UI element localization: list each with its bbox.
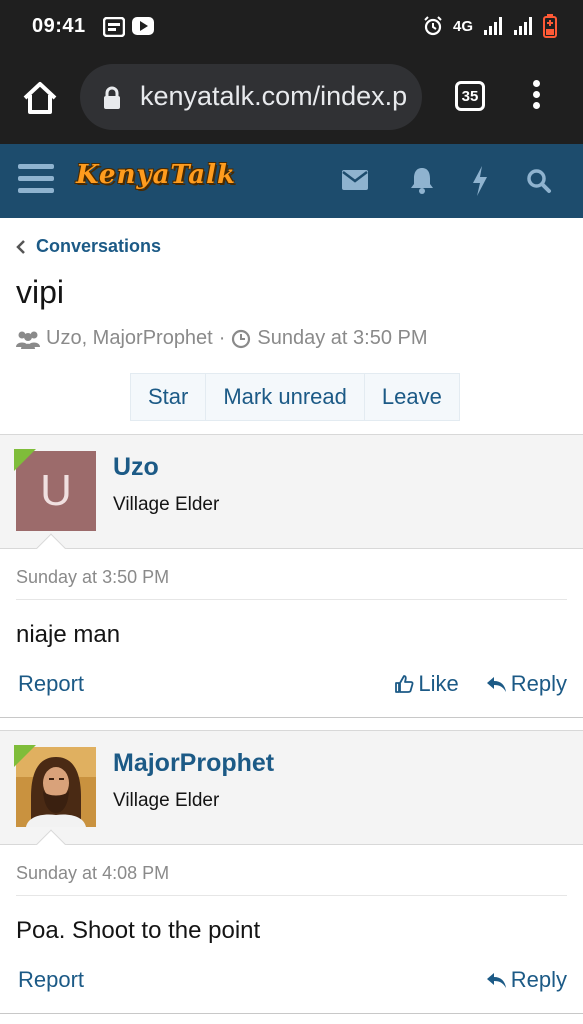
bolt-icon[interactable] <box>471 166 489 196</box>
breadcrumb[interactable]: Conversations <box>16 236 161 257</box>
youtube-icon <box>132 17 154 35</box>
message: U Uzo Village Elder Sunday at 3:50 PM ni… <box>0 434 583 718</box>
username[interactable]: MajorProphet <box>113 749 274 778</box>
alarm-icon <box>424 16 442 36</box>
message-footer: Report Reply <box>18 965 567 995</box>
menu-dot <box>532 80 540 87</box>
lock-icon <box>104 86 120 109</box>
menu-dot <box>532 91 540 98</box>
menu-dot <box>532 102 540 109</box>
users-icon <box>16 331 40 349</box>
clock: 09:41 <box>32 15 86 37</box>
menu-icon[interactable] <box>18 164 54 198</box>
message-body: Sunday at 4:08 PM Poa. Shoot to the poin… <box>0 845 583 1013</box>
message-user: U Uzo Village Elder <box>0 435 583 565</box>
user-title: Village Elder <box>113 790 220 811</box>
reply-label: Reply <box>510 967 567 992</box>
leave-button[interactable]: Leave <box>365 374 459 420</box>
message-date[interactable]: Sunday at 4:08 PM <box>16 863 169 884</box>
home-icon[interactable] <box>20 78 60 118</box>
notification-icon <box>103 17 125 37</box>
network-type: 4G <box>452 17 473 35</box>
browser-menu-button[interactable] <box>530 80 542 116</box>
message-user: MajorProphet Village Elder <box>0 731 583 861</box>
battery-icon <box>543 14 557 38</box>
report-link[interactable]: Report <box>18 967 84 993</box>
message-body: Sunday at 3:50 PM niaje man Report Like … <box>0 549 583 717</box>
signal-icon <box>484 17 502 35</box>
site-logo[interactable]: KenyaTalk <box>76 160 236 190</box>
username[interactable]: Uzo <box>113 453 159 482</box>
message-date[interactable]: Sunday at 3:50 PM <box>16 567 169 588</box>
status-bar: 09:41 4G <box>0 0 583 56</box>
like-label: Like <box>418 671 459 696</box>
report-link[interactable]: Report <box>18 671 84 697</box>
chevron-left-icon <box>16 239 25 254</box>
site-header: KenyaTalk <box>0 144 583 218</box>
search-icon[interactable] <box>526 168 552 194</box>
message-text: Poa. Shoot to the point <box>16 917 261 944</box>
menu-line <box>18 164 54 169</box>
mark-unread-button[interactable]: Mark unread <box>206 374 365 420</box>
url-text: kenyatalk.com/index.p <box>140 81 408 111</box>
online-indicator <box>14 449 36 471</box>
address-bar[interactable]: kenyatalk.com/index.p <box>80 64 422 130</box>
online-indicator <box>14 745 36 767</box>
reply-button[interactable]: Reply <box>485 967 567 993</box>
thumbs-up-icon <box>395 675 414 693</box>
conversation-meta: Uzo, MajorProphet · Sunday at 3:50 PM <box>16 327 428 350</box>
reply-icon <box>486 677 506 692</box>
user-title: Village Elder <box>113 494 220 515</box>
like-button[interactable]: Like <box>394 671 459 697</box>
clock-icon <box>232 329 251 348</box>
inbox-icon[interactable] <box>341 169 369 191</box>
reply-icon <box>486 973 506 988</box>
message-footer: Report Like Reply <box>18 669 567 699</box>
conversation-actions: Star Mark unread Leave <box>130 373 460 421</box>
reply-button[interactable]: Reply <box>485 671 567 697</box>
browser-toolbar: kenyatalk.com/index.p 35 <box>0 56 583 144</box>
meta-separator: · <box>218 327 226 349</box>
bell-icon[interactable] <box>409 166 435 194</box>
star-button[interactable]: Star <box>131 374 207 420</box>
tab-switcher-button[interactable]: 35 <box>455 81 485 111</box>
message: MajorProphet Village Elder Sunday at 4:0… <box>0 730 583 1014</box>
message-text: niaje man <box>16 621 121 648</box>
divider <box>16 599 567 600</box>
menu-line <box>18 176 54 181</box>
page-title: vipi <box>16 274 65 310</box>
participants[interactable]: Uzo, MajorProphet <box>46 327 213 350</box>
divider <box>16 895 567 896</box>
signal-icon-2 <box>514 17 532 35</box>
conversation-date: Sunday at 3:50 PM <box>257 327 428 349</box>
reply-label: Reply <box>510 671 567 696</box>
breadcrumb-conversations[interactable]: Conversations <box>36 236 161 257</box>
menu-line <box>18 188 54 193</box>
